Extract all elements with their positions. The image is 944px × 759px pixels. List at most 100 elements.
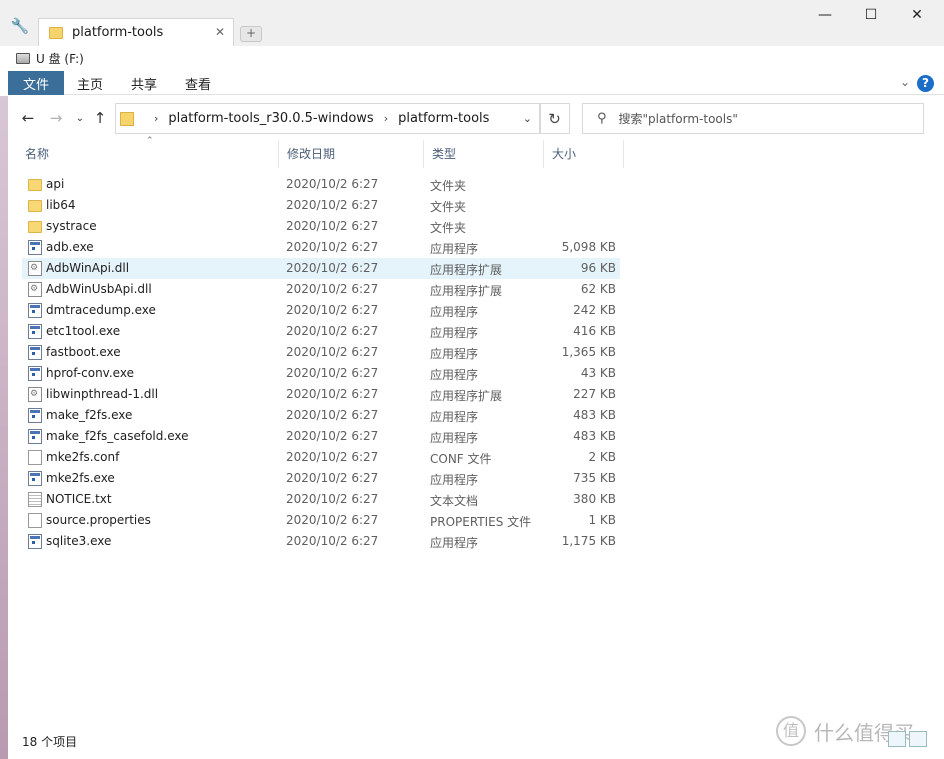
search-icon: ⚲: [597, 111, 607, 126]
folder-icon: [49, 26, 63, 39]
exe-icon: [28, 324, 42, 339]
search-input[interactable]: [618, 111, 899, 126]
new-tab-button[interactable]: +: [240, 26, 262, 42]
maximize-button[interactable]: ☐: [848, 0, 894, 30]
ribbon: 文件 主页 共享 查看 ⌄ ?: [8, 71, 944, 95]
help-icon[interactable]: ?: [917, 75, 934, 92]
file-row[interactable]: make_f2fs.exe 2020/10/2 6:27 应用程序 483 KB: [22, 405, 620, 426]
file-row[interactable]: systrace 2020/10/2 6:27 文件夹: [22, 216, 620, 237]
column-header-size[interactable]: 大小: [544, 140, 624, 168]
file-type: 文件夹: [430, 179, 467, 193]
file-name: api: [46, 177, 65, 191]
file-row[interactable]: AdbWinUsbApi.dll 2020/10/2 6:27 应用程序扩展 62 K…: [22, 279, 620, 300]
breadcrumb-separator-icon[interactable]: ›: [154, 112, 158, 125]
up-arrow-icon[interactable]: ↑: [90, 108, 110, 128]
file-size: 1 KB: [588, 513, 616, 527]
file-row[interactable]: sqlite3.exe 2020/10/2 6:27 应用程序 1,175 KB: [22, 531, 620, 552]
exe-icon: [28, 471, 42, 486]
exe-icon: [28, 534, 42, 549]
column-headers: ⌃ 名称 修改日期 类型 大小: [8, 136, 628, 168]
file-rows: api 2020/10/2 6:27 文件夹 lib64 2020/10/2 6:27 文…: [22, 174, 620, 552]
chevron-down-icon[interactable]: ⌄: [900, 75, 910, 89]
file-row[interactable]: mke2fs.conf 2020/10/2 6:27 CONF 文件 2 KB: [22, 447, 620, 468]
file-row[interactable]: fastboot.exe 2020/10/2 6:27 应用程序 1,365 KB: [22, 342, 620, 363]
details-view-icon[interactable]: [888, 731, 906, 747]
breadcrumb-parent[interactable]: platform-tools_r30.0.5-windows: [168, 111, 373, 126]
breadcrumb-separator-icon[interactable]: ›: [384, 112, 388, 125]
file-type: 应用程序: [430, 326, 479, 340]
file-row[interactable]: source.properties 2020/10/2 6:27 PROPERTIE…: [22, 510, 620, 531]
file-row[interactable]: libwinpthread-1.dll 2020/10/2 6:27 应用程序扩展 2…: [22, 384, 620, 405]
file-type: 应用程序: [430, 473, 479, 487]
file-type: CONF 文件: [430, 452, 492, 466]
file-row[interactable]: adb.exe 2020/10/2 6:27 应用程序 5,098 KB: [22, 237, 620, 258]
column-header-date[interactable]: 修改日期: [279, 140, 424, 168]
dll-icon: [28, 282, 42, 297]
address-bar[interactable]: › platform-tools_r30.0.5-windows › platf…: [115, 103, 541, 134]
folder-icon: [28, 221, 42, 233]
file-date: 2020/10/2 6:27: [286, 534, 379, 548]
file-size: 416 KB: [573, 324, 616, 338]
tab-file[interactable]: 文件: [8, 71, 64, 95]
exe-icon: [28, 429, 42, 444]
file-type: 应用程序: [430, 347, 479, 361]
file-name: make_f2fs_casefold.exe: [46, 429, 189, 443]
file-row[interactable]: lib64 2020/10/2 6:27 文件夹: [22, 195, 620, 216]
file-date: 2020/10/2 6:27: [286, 219, 379, 233]
file-size: 380 KB: [573, 492, 616, 506]
file-date: 2020/10/2 6:27: [286, 408, 379, 422]
file-type: PROPERTIES 文件: [430, 515, 532, 529]
file-size: 5,098 KB: [561, 240, 616, 254]
forward-arrow-icon[interactable]: →: [46, 108, 66, 128]
search-box[interactable]: ⚲: [582, 103, 924, 134]
column-header-name[interactable]: 名称: [17, 140, 279, 168]
file-row[interactable]: mke2fs.exe 2020/10/2 6:27 应用程序 735 KB: [22, 468, 620, 489]
file-size: 735 KB: [573, 471, 616, 485]
refresh-icon[interactable]: ↻: [539, 103, 570, 134]
view-toggle: [888, 731, 930, 747]
text-document-icon: [28, 492, 42, 507]
column-header-type[interactable]: 类型: [424, 140, 544, 168]
document-icon: [28, 513, 42, 528]
file-name: systrace: [46, 219, 97, 233]
tab-home[interactable]: 主页: [64, 71, 116, 95]
exe-icon: [28, 408, 42, 423]
file-date: 2020/10/2 6:27: [286, 387, 379, 401]
file-row[interactable]: NOTICE.txt 2020/10/2 6:27 文本文档 380 KB: [22, 489, 620, 510]
file-name: NOTICE.txt: [46, 492, 112, 506]
file-row[interactable]: dmtracedump.exe 2020/10/2 6:27 应用程序 242 KB: [22, 300, 620, 321]
file-date: 2020/10/2 6:27: [286, 366, 379, 380]
drive-label: U 盘 (F:): [36, 51, 84, 66]
file-row[interactable]: AdbWinApi.dll 2020/10/2 6:27 应用程序扩展 96 KB: [22, 258, 620, 279]
address-dropdown-icon[interactable]: ⌄: [523, 112, 532, 125]
file-date: 2020/10/2 6:27: [286, 429, 379, 443]
breadcrumb-current[interactable]: platform-tools: [398, 111, 489, 126]
file-type: 文件夹: [430, 200, 467, 214]
file-name: lib64: [46, 198, 76, 212]
recent-locations-chevron-icon[interactable]: ⌄: [70, 108, 90, 128]
file-row[interactable]: etc1tool.exe 2020/10/2 6:27 应用程序 416 KB: [22, 321, 620, 342]
file-type: 应用程序: [430, 368, 479, 382]
file-type: 应用程序扩展: [430, 389, 503, 403]
exe-icon: [28, 240, 42, 255]
file-size: 2 KB: [588, 450, 616, 464]
file-row[interactable]: make_f2fs_casefold.exe 2020/10/2 6:27 应用程序…: [22, 426, 620, 447]
file-row[interactable]: hprof-conv.exe 2020/10/2 6:27 应用程序 43 KB: [22, 363, 620, 384]
watermark-logo: 值: [776, 716, 806, 746]
minimize-button[interactable]: —: [802, 0, 848, 30]
file-type: 应用程序: [430, 242, 479, 256]
file-date: 2020/10/2 6:27: [286, 282, 379, 296]
tab-close-icon[interactable]: ✕: [215, 25, 225, 39]
tab-platform-tools[interactable]: platform-tools ✕: [38, 18, 234, 46]
wrench-icon[interactable]: 🔧: [8, 14, 32, 38]
close-button[interactable]: ✕: [894, 0, 940, 30]
back-arrow-icon[interactable]: ←: [18, 108, 38, 128]
file-size: 43 KB: [580, 366, 616, 380]
file-type: 应用程序: [430, 410, 479, 424]
usb-drive-icon: [16, 52, 30, 64]
tab-view[interactable]: 查看: [172, 71, 224, 95]
file-row[interactable]: api 2020/10/2 6:27 文件夹: [22, 174, 620, 195]
large-icons-view-icon[interactable]: [909, 731, 927, 747]
folder-icon: [120, 111, 134, 126]
tab-share[interactable]: 共享: [118, 71, 170, 95]
